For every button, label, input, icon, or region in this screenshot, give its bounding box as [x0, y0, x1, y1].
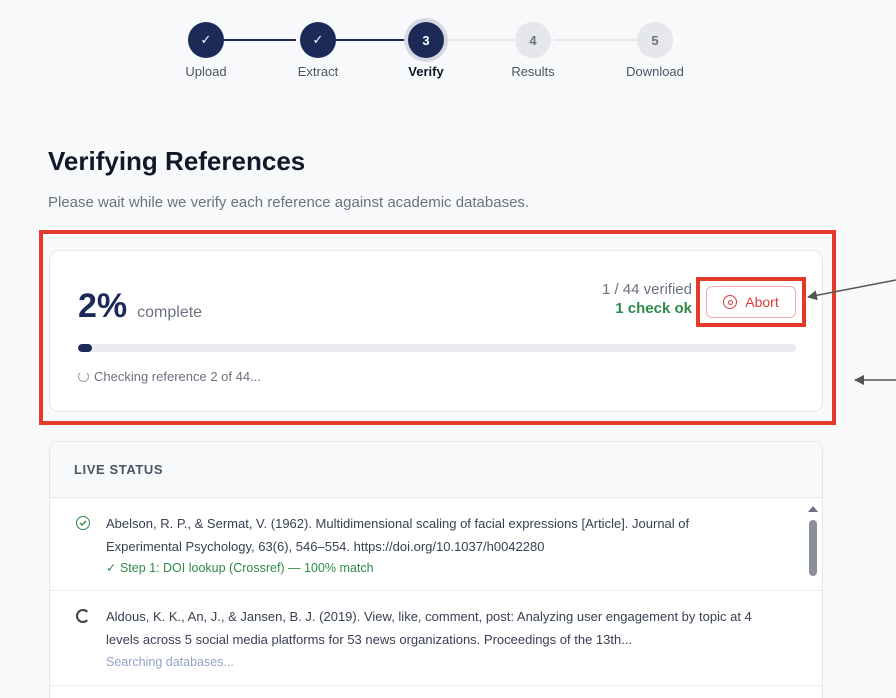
- check-icon: ✓: [188, 22, 224, 58]
- step-label: Extract: [297, 64, 339, 79]
- list-item: Aldous, K. K., An, J., & Jansen, B. J. (…: [50, 591, 822, 686]
- reference-text: Abelson, R. P., & Sermat, V. (1962). Mul…: [106, 516, 690, 554]
- step-label: Results: [511, 64, 555, 79]
- loading-spinner-icon: [76, 609, 90, 623]
- progress-bar-fill: [78, 344, 93, 352]
- step-results: 4 Results: [493, 22, 573, 79]
- step-label: Verify: [408, 64, 444, 79]
- stop-icon: [723, 295, 738, 309]
- step-upload[interactable]: ✓ Upload: [166, 22, 246, 79]
- step-number: 4: [515, 22, 551, 58]
- check-icon: ✓: [300, 22, 336, 58]
- step-extract[interactable]: ✓ Extract: [278, 22, 358, 79]
- page-subtitle: Please wait while we verify each referen…: [48, 194, 530, 211]
- checks-ok: 1 check ok: [615, 300, 692, 317]
- verified-count: 1 / 44 verified: [601, 281, 692, 298]
- scrollbar-thumb[interactable]: [809, 520, 817, 576]
- abort-button[interactable]: Abort: [706, 286, 796, 318]
- step-download: 5 Download: [615, 22, 695, 79]
- reference-text: Aldous, K. K., An, J., & Jansen, B. J. (…: [106, 609, 752, 647]
- step-label: Download: [626, 64, 684, 79]
- percent-label: complete: [137, 304, 203, 321]
- reference-step-status: ✓ Step 1: DOI lookup (Crossref) — 100% m…: [106, 561, 374, 575]
- scroll-up-arrow-icon[interactable]: [808, 506, 818, 512]
- progress-card: 2% complete 1 / 44 verified 1 check ok A…: [49, 250, 823, 412]
- progress-bar: [78, 344, 796, 352]
- step-label: Upload: [185, 64, 227, 79]
- verified-summary: 1 / 44 verified 1 check ok: [602, 281, 692, 317]
- progress-percent: 2% complete: [78, 287, 202, 326]
- progress-stepper: ✓ Upload ✓ Extract 3 Verify 4 Results 5 …: [180, 22, 700, 82]
- check-circle-icon: [76, 516, 90, 530]
- abort-label: Abort: [745, 294, 779, 310]
- checking-text: Checking reference 2 of 44...: [94, 369, 261, 384]
- step-number: 3: [408, 22, 444, 58]
- scrollbar[interactable]: [807, 500, 819, 698]
- live-status-panel: LIVE STATUS Abelson, R. P., & Sermat, V.…: [49, 441, 823, 698]
- spinner-icon: [78, 371, 89, 382]
- step-verify: 3 Verify: [386, 22, 466, 79]
- step-number: 5: [637, 22, 673, 58]
- verify-page: ✓ Upload ✓ Extract 3 Verify 4 Results 5 …: [0, 0, 896, 698]
- list-item: Abelson, R. P., & Sermat, V. (1962). Mul…: [50, 498, 822, 591]
- reference-step-status: Searching databases...: [106, 655, 234, 669]
- percent-value: 2%: [78, 287, 128, 325]
- page-title: Verifying References: [48, 146, 306, 176]
- live-status-heading: LIVE STATUS: [50, 442, 822, 498]
- checking-status: Checking reference 2 of 44...: [78, 369, 261, 384]
